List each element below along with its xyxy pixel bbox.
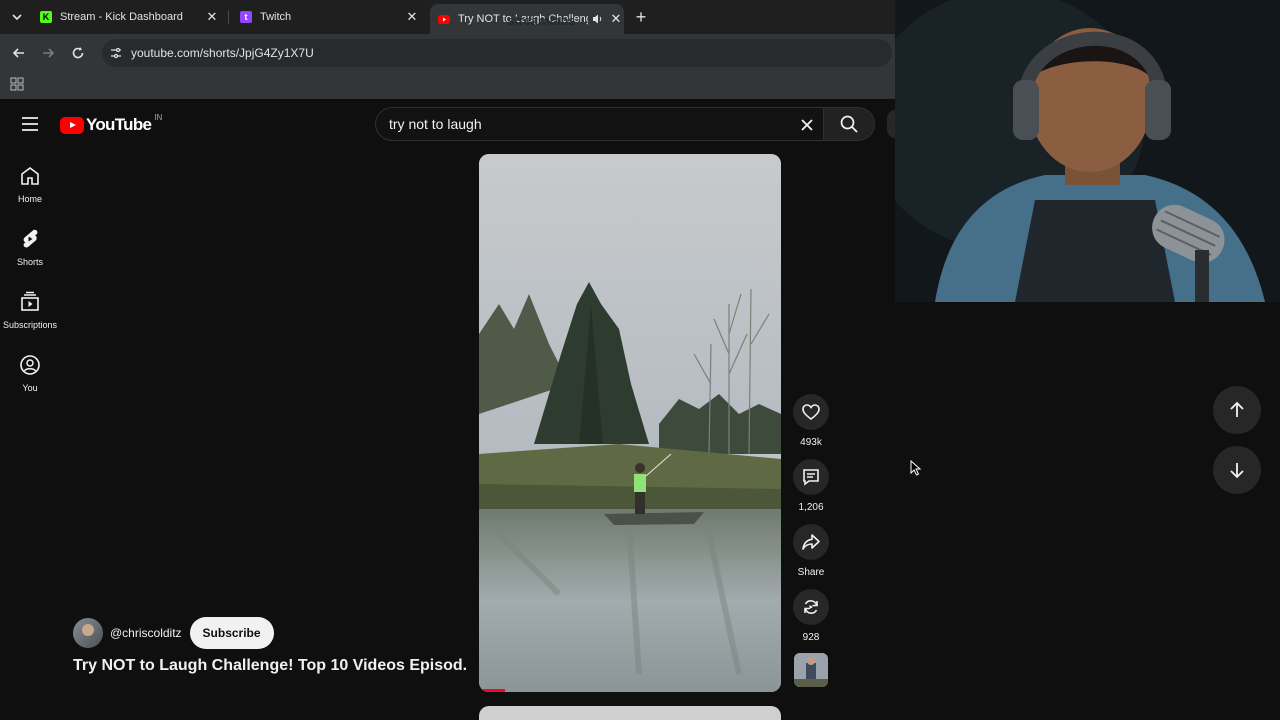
back-button[interactable] bbox=[9, 43, 29, 63]
youtube-icon bbox=[438, 13, 450, 25]
youtube-logo[interactable]: YouTube IN bbox=[60, 112, 163, 135]
arrow-right-icon bbox=[43, 48, 55, 58]
tab-separator bbox=[228, 10, 229, 24]
country-code: IN bbox=[154, 112, 163, 122]
guide-label: Subscriptions bbox=[2, 320, 58, 330]
comments-button[interactable] bbox=[793, 459, 829, 495]
forward-button[interactable] bbox=[38, 43, 58, 63]
share-action: Share bbox=[793, 524, 829, 578]
comment-count: 1,206 bbox=[798, 502, 824, 513]
subscribe-button[interactable]: Subscribe bbox=[189, 617, 274, 649]
close-tab-icon[interactable]: ✕ bbox=[404, 9, 420, 25]
tab-title: Twitch bbox=[260, 11, 292, 23]
chevron-down-icon bbox=[12, 14, 22, 21]
home-icon bbox=[21, 167, 39, 185]
remix-action: 928 bbox=[793, 589, 829, 643]
arrow-left-icon bbox=[12, 48, 24, 58]
tab-title: Stream - Kick Dashboard bbox=[60, 11, 183, 23]
arrow-down-icon bbox=[1230, 463, 1244, 479]
guide-item-subscriptions[interactable]: Subscriptions bbox=[0, 282, 60, 342]
mouse-cursor-icon bbox=[910, 460, 922, 476]
you-icon bbox=[20, 355, 40, 375]
close-tab-icon[interactable]: ✕ bbox=[204, 9, 220, 25]
comment-icon bbox=[803, 469, 819, 486]
previous-short-button[interactable] bbox=[1213, 386, 1261, 434]
like-action: 493k bbox=[793, 394, 829, 448]
reload-icon bbox=[72, 47, 84, 59]
channel-avatar[interactable] bbox=[73, 618, 103, 648]
next-short-preview[interactable] bbox=[479, 706, 781, 720]
menu-icon[interactable] bbox=[20, 114, 40, 134]
short-title[interactable]: Try NOT to Laugh Challenge! Top 10 Video… bbox=[73, 657, 468, 675]
comment-action: 1,206 bbox=[793, 459, 829, 513]
site-info-icon[interactable] bbox=[108, 45, 124, 61]
short-video-player[interactable] bbox=[479, 154, 781, 692]
next-short-button[interactable] bbox=[1213, 446, 1261, 494]
tab-search-button[interactable] bbox=[6, 6, 28, 28]
shorts-icon bbox=[23, 229, 38, 248]
channel-handle[interactable]: @chriscolditz bbox=[110, 626, 182, 640]
heart-icon bbox=[802, 404, 820, 421]
share-button[interactable] bbox=[793, 524, 829, 560]
subscriptions-icon bbox=[21, 291, 39, 311]
guide-item-you[interactable]: You bbox=[0, 345, 60, 405]
browser-tab-kick[interactable]: K Stream - Kick Dashboard ✕ bbox=[40, 4, 220, 30]
guide-label: You bbox=[22, 383, 38, 393]
remix-icon bbox=[804, 600, 818, 614]
youtube-logo-icon bbox=[60, 116, 84, 134]
browser-toolbar: youtube.com/shorts/JpjG4Zy1X7U bbox=[0, 34, 895, 71]
remix-count: 928 bbox=[802, 632, 820, 643]
address-bar[interactable]: youtube.com/shorts/JpjG4Zy1X7U bbox=[102, 39, 892, 67]
guide-label: Shorts bbox=[16, 257, 43, 267]
apps-grid-icon[interactable] bbox=[10, 77, 24, 91]
bookmarks-bar bbox=[0, 71, 895, 99]
video-frame bbox=[479, 154, 781, 692]
share-label: Share bbox=[797, 567, 825, 578]
url-text: youtube.com/shorts/JpjG4Zy1X7U bbox=[131, 46, 314, 60]
youtube-header: YouTube IN try not to laugh bbox=[0, 100, 895, 148]
clear-search-icon[interactable] bbox=[795, 113, 819, 137]
streamlabs-watermark: streamlabs bbox=[507, 13, 576, 28]
search-input[interactable]: try not to laugh bbox=[375, 107, 823, 141]
browser-tab-twitch[interactable]: t Twitch ✕ bbox=[240, 4, 420, 30]
arrow-up-icon bbox=[1230, 401, 1244, 417]
like-count: 493k bbox=[800, 437, 822, 448]
browser-tab-strip: K Stream - Kick Dashboard ✕ t Twitch ✕ T… bbox=[0, 0, 895, 34]
like-button[interactable] bbox=[793, 394, 829, 430]
webcam-overlay bbox=[895, 0, 1280, 302]
search-button[interactable] bbox=[823, 107, 875, 141]
voice-search-button[interactable] bbox=[887, 110, 895, 138]
sound-thumbnail[interactable] bbox=[794, 653, 828, 687]
guide-label: Home bbox=[17, 194, 42, 204]
speaker-icon[interactable] bbox=[592, 13, 604, 25]
webcam-feed-image bbox=[895, 0, 1280, 302]
guide-item-home[interactable]: Home bbox=[0, 156, 60, 216]
close-tab-icon[interactable]: ✕ bbox=[608, 11, 624, 27]
guide-item-shorts[interactable]: Shorts bbox=[0, 219, 60, 279]
remix-button[interactable] bbox=[793, 589, 829, 625]
logo-wordmark: YouTube bbox=[86, 115, 152, 134]
search-query: try not to laugh bbox=[389, 116, 482, 132]
reload-button[interactable] bbox=[68, 43, 88, 63]
video-progress-bar[interactable] bbox=[483, 689, 505, 692]
sound-thumbnail-image bbox=[794, 653, 828, 687]
channel-row: @chriscolditz Subscribe bbox=[73, 617, 274, 649]
share-icon bbox=[802, 534, 820, 550]
twitch-icon: t bbox=[240, 11, 252, 23]
new-tab-button[interactable]: + bbox=[632, 7, 650, 27]
kick-icon: K bbox=[40, 11, 52, 23]
search-icon bbox=[840, 115, 858, 133]
